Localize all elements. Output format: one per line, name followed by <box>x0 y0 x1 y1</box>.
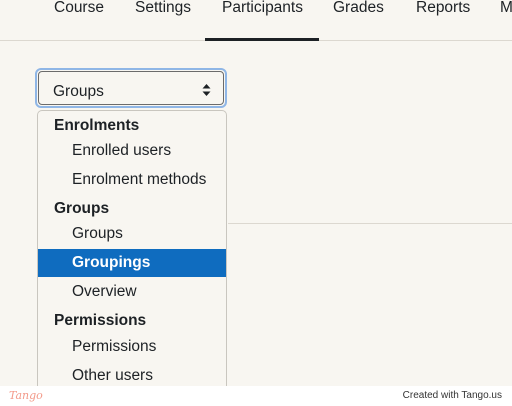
optgroup-permissions: Permissions <box>54 312 147 329</box>
option-other-users[interactable]: Other users <box>38 362 226 386</box>
option-enrolment-methods[interactable]: Enrolment methods <box>38 166 226 194</box>
optgroup-groups: Groups <box>54 200 110 217</box>
optgroup-enrolments: Enrolments <box>54 117 140 134</box>
option-permissions[interactable]: Permissions <box>38 333 226 361</box>
option-groups[interactable]: Groups <box>38 220 226 248</box>
tab-grades[interactable]: Grades <box>333 0 384 40</box>
select-dropdown-list: Enrolments Enrolled users Enrolment meth… <box>37 110 227 386</box>
sort-arrows-icon <box>202 84 211 96</box>
option-enrolled-users[interactable]: Enrolled users <box>38 137 226 165</box>
option-groupings[interactable]: Groupings <box>38 249 226 277</box>
content-divider <box>228 223 512 224</box>
course-nav: Course Settings Participants Grades Repo… <box>0 0 512 41</box>
tab-more[interactable]: M <box>500 0 512 40</box>
tab-participants[interactable]: Participants <box>205 0 319 41</box>
option-overview[interactable]: Overview <box>38 278 226 306</box>
tango-logo: Tango <box>9 389 43 402</box>
tab-settings[interactable]: Settings <box>135 0 191 40</box>
participants-navigation-select[interactable]: Groups <box>35 68 227 108</box>
tab-reports[interactable]: Reports <box>416 0 470 40</box>
tab-course[interactable]: Course <box>54 0 104 40</box>
select-box: Groups <box>38 71 224 105</box>
footer-bar: Tango Created with Tango.us <box>0 386 512 406</box>
select-value: Groups <box>53 83 104 100</box>
footer-credit: Created with Tango.us <box>402 390 502 401</box>
